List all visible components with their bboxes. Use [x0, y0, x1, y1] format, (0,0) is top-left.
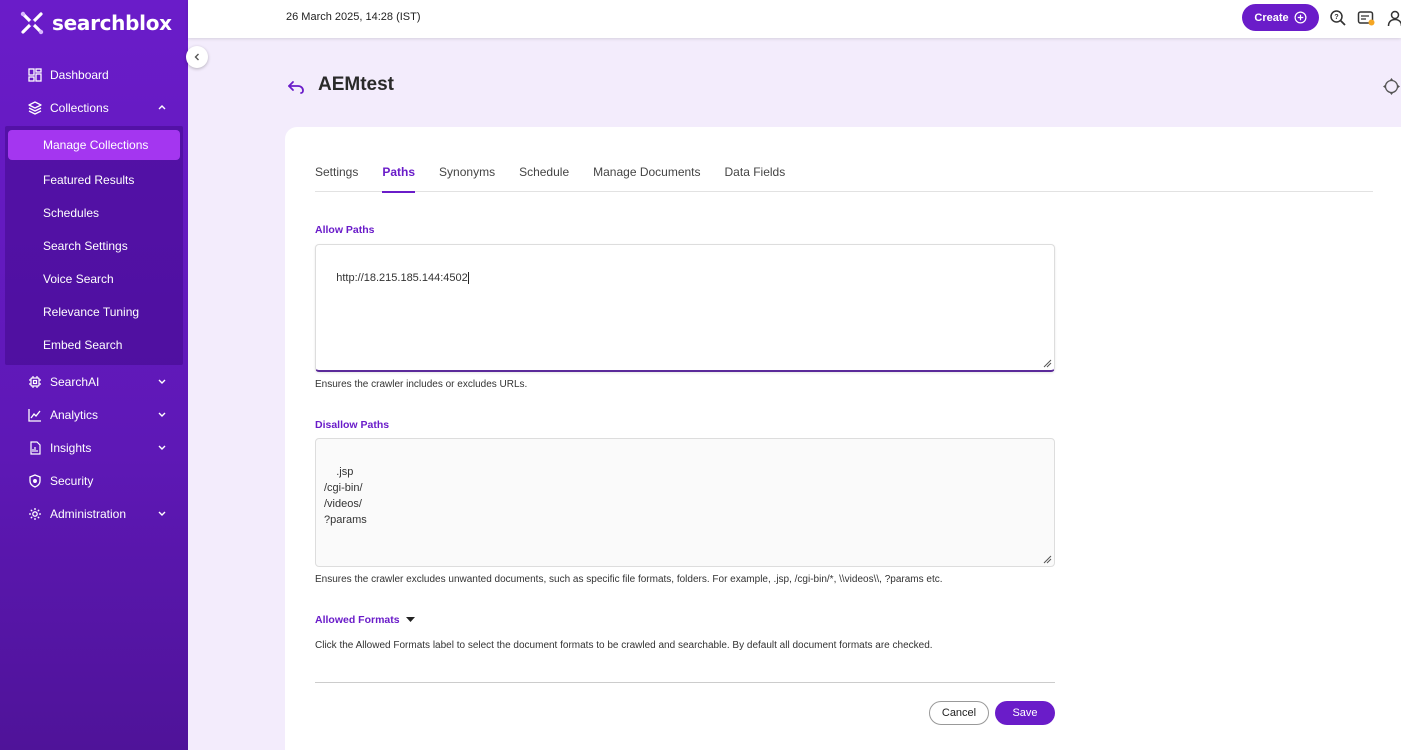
sidebar-subitem-search-settings[interactable]: Search Settings — [5, 229, 183, 262]
tab-synonyms[interactable]: Synonyms — [439, 165, 495, 192]
create-button[interactable]: Create — [1242, 4, 1319, 31]
notification-card-icon[interactable] — [1357, 9, 1375, 27]
help-search-icon[interactable]: ? — [1329, 9, 1347, 27]
tab-bar: Settings Paths Synonyms Schedule Manage … — [315, 165, 1373, 193]
user-profile-icon[interactable] — [1386, 9, 1401, 27]
disallow-paths-textarea[interactable]: .jsp /cgi-bin/ /videos/ ?params — [315, 438, 1055, 567]
back-arrow-icon[interactable] — [287, 78, 305, 96]
sidebar-subitem-embed-search[interactable]: Embed Search — [5, 328, 183, 361]
sidebar-item-label: Insights — [50, 440, 92, 455]
chevron-down-icon[interactable] — [157, 442, 167, 452]
sidebar-item-searchai[interactable]: SearchAI — [0, 365, 188, 398]
chevron-down-icon[interactable] — [157, 508, 167, 518]
allow-paths-textarea[interactable]: http://18.215.185.144:4502 — [315, 244, 1055, 372]
chevron-down-icon[interactable] — [157, 376, 167, 386]
sidebar-item-label: Administration — [50, 506, 127, 521]
sidebar-collapse-button[interactable] — [186, 46, 208, 68]
sidebar-item-label: Dashboard — [50, 67, 109, 82]
chevron-up-icon[interactable] — [157, 102, 167, 112]
sidebar-item-analytics[interactable]: Analytics — [0, 398, 188, 431]
sidebar-item-security[interactable]: Security — [0, 464, 188, 497]
divider — [315, 682, 1055, 683]
tab-schedule[interactable]: Schedule — [519, 165, 569, 192]
save-button[interactable]: Save — [995, 701, 1055, 725]
dashboard-icon — [27, 67, 43, 83]
chevron-left-icon — [194, 53, 199, 61]
tab-settings[interactable]: Settings — [315, 165, 358, 192]
sidebar-subitem-featured-results[interactable]: Featured Results — [5, 163, 183, 196]
insights-icon — [27, 440, 43, 456]
searchblox-logo-icon — [20, 11, 44, 35]
gear-icon — [27, 506, 43, 522]
content-card: Settings Paths Synonyms Schedule Manage … — [285, 127, 1401, 750]
allow-paths-helper: Ensures the crawler includes or excludes… — [315, 379, 528, 390]
sidebar-subitem-schedules[interactable]: Schedules — [5, 196, 183, 229]
page-title: AEMtest — [318, 74, 395, 95]
sidebar-subitem-manage-collections[interactable]: Manage Collections — [8, 130, 180, 160]
logo-text: searchblox — [52, 11, 172, 35]
tab-data-fields[interactable]: Data Fields — [725, 165, 786, 192]
move-icon[interactable] — [1382, 77, 1401, 96]
collections-submenu: Manage Collections Featured Results Sche… — [5, 126, 183, 365]
shield-icon — [27, 473, 43, 489]
layers-icon — [27, 100, 43, 116]
allowed-formats-helper: Click the Allowed Formats label to selec… — [315, 640, 933, 651]
tab-paths[interactable]: Paths — [382, 165, 415, 193]
analytics-icon — [27, 407, 43, 423]
logo[interactable]: searchblox — [18, 9, 172, 37]
allow-paths-label: Allow Paths — [315, 224, 375, 236]
sidebar-item-administration[interactable]: Administration — [0, 497, 188, 530]
sidebar-subitem-relevance-tuning[interactable]: Relevance Tuning — [5, 295, 183, 328]
allowed-formats-label: Allowed Formats — [315, 614, 400, 626]
create-button-label: Create — [1254, 11, 1289, 24]
sidebar-subitem-voice-search[interactable]: Voice Search — [5, 262, 183, 295]
sidebar-item-label: SearchAI — [50, 374, 100, 389]
datetime-display: 26 March 2025, 14:28 (IST) — [286, 11, 421, 23]
svg-text:?: ? — [1334, 14, 1338, 21]
sidebar-item-dashboard[interactable]: Dashboard — [0, 58, 188, 91]
disallow-paths-value: .jsp /cgi-bin/ /videos/ ?params — [324, 466, 367, 526]
resize-handle-icon[interactable] — [1042, 358, 1052, 368]
disallow-paths-helper: Ensures the crawler excludes unwanted do… — [315, 574, 943, 585]
sidebar-nav: Dashboard Collections Manage Collections… — [0, 58, 188, 530]
chevron-down-icon[interactable] — [157, 409, 167, 419]
chip-icon — [27, 374, 43, 390]
disallow-paths-label: Disallow Paths — [315, 419, 390, 431]
allow-paths-value: http://18.215.185.144:4502 — [336, 272, 468, 284]
plus-circle-icon — [1294, 11, 1307, 24]
sidebar: searchblox Dashboard Collections Manage … — [0, 0, 188, 750]
topbar: 26 March 2025, 14:28 (IST) Create ? — [188, 0, 1401, 38]
allowed-formats-toggle[interactable]: Allowed Formats — [315, 614, 415, 626]
caret-down-icon — [405, 617, 415, 622]
sidebar-item-label: Analytics — [50, 407, 99, 422]
sidebar-item-collections[interactable]: Collections — [0, 91, 188, 124]
sidebar-item-label: Collections — [50, 100, 109, 115]
sidebar-item-insights[interactable]: Insights — [0, 431, 188, 464]
sidebar-item-label: Security — [50, 473, 94, 488]
resize-handle-icon[interactable] — [1042, 554, 1052, 564]
tab-manage-documents[interactable]: Manage Documents — [593, 165, 700, 192]
cancel-button[interactable]: Cancel — [929, 701, 989, 725]
